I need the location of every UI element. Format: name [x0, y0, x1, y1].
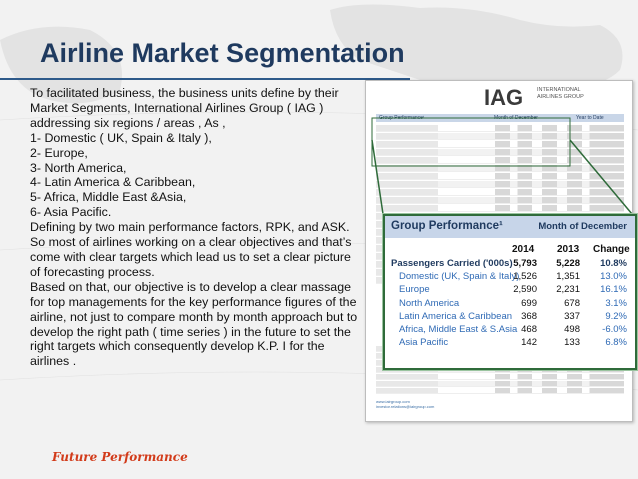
value-2013: 5,228 — [556, 258, 580, 269]
value-2013: 1,351 — [556, 271, 580, 283]
value-2014: 2,590 — [513, 284, 537, 296]
body-paragraph: 6- Asia Pacific. — [30, 205, 112, 220]
value-change: 3.1% — [605, 297, 627, 309]
title-underline — [0, 78, 410, 80]
table-row: Africa, Middle East & S.Asia 468 498 -6.… — [385, 324, 635, 337]
value-2014: 5,793 — [513, 258, 537, 269]
body-paragraph: To facilitated business, the business un… — [30, 86, 339, 130]
value-change: -6.0% — [602, 323, 627, 335]
row-label: Latin America & Caribbean — [399, 310, 513, 322]
body-paragraph: 3- North America, — [30, 160, 127, 175]
value-2014: 368 — [521, 310, 537, 322]
value-2013: 133 — [564, 337, 580, 349]
performance-table: Passengers Carried ('000s) 5,793 5,228 1… — [385, 258, 635, 350]
table-row: Europe 2,590 2,231 16.1% — [385, 284, 635, 297]
table-row: North America 699 678 3.1% — [385, 298, 635, 311]
panel-header: Group Performance¹ Month of December — [385, 216, 635, 238]
body-paragraph: 1- Domestic ( UK, Spain & Italy ), — [30, 130, 212, 145]
value-2014: 1,526 — [513, 271, 537, 283]
mini-header-ytd: Year to Date — [576, 115, 604, 121]
body-paragraph: So most of airlines working on a clear o… — [30, 235, 352, 279]
table-row: Asia Pacific 142 133 6.8% — [385, 337, 635, 350]
body-paragraph: Defining by two main performance factors… — [30, 220, 350, 235]
body-paragraph: 5- Africa, Middle East &Asia, — [30, 190, 187, 205]
value-2014: 699 — [521, 297, 537, 309]
table-row: Passengers Carried ('000s) 5,793 5,228 1… — [385, 258, 635, 271]
column-header-2013: 2013 — [557, 244, 580, 255]
value-2013: 337 — [564, 310, 580, 322]
value-change: 10.8% — [600, 258, 627, 269]
mini-header-title: Group Performance¹ — [379, 115, 425, 121]
row-label: Europe — [399, 284, 430, 296]
value-2013: 2,231 — [556, 284, 580, 296]
group-performance-panel: Group Performance¹ Month of December 201… — [383, 214, 637, 370]
row-label: Passengers Carried ('000s) — [391, 258, 513, 269]
mini-table-header: Group Performance¹ Month of December Yea… — [376, 114, 624, 122]
table-row: Latin America & Caribbean 368 337 9.2% — [385, 311, 635, 324]
mini-header-month: Month of December — [494, 115, 538, 121]
mini-footnotes: www.iairgroup.com investor.relations@iai… — [376, 399, 632, 409]
column-header-2014: 2014 — [512, 244, 535, 255]
slide-title: Airline Market Segmentation — [40, 38, 405, 68]
value-change: 16.1% — [600, 284, 627, 296]
row-label: Asia Pacific — [399, 337, 449, 349]
value-change: 9.2% — [605, 310, 627, 322]
panel-period: Month of December — [538, 221, 627, 232]
body-paragraph: 4- Latin America & Caribbean, — [30, 175, 196, 190]
iag-logo-subtitle: International Airlines Group — [537, 87, 584, 100]
value-2014: 142 — [521, 337, 537, 349]
value-2013: 498 — [564, 323, 580, 335]
value-2014: 468 — [521, 323, 537, 335]
column-header-change: Change — [593, 244, 630, 255]
row-label: North America — [399, 297, 460, 309]
body-paragraph: 2- Europe, — [30, 145, 88, 160]
table-row: Domestic (UK, Spain & Italy) 1,526 1,351… — [385, 271, 635, 284]
value-change: 6.8% — [605, 337, 627, 349]
footer-label: Future Performance — [52, 450, 188, 464]
value-2013: 678 — [564, 297, 580, 309]
panel-title: Group Performance¹ — [391, 220, 503, 232]
value-change: 13.0% — [600, 271, 627, 283]
slide-body: To facilitated business, the business un… — [30, 86, 360, 369]
iag-logo: IAG — [484, 85, 524, 110]
body-paragraph: Based on that, our objective is to devel… — [30, 279, 358, 369]
mini-contact-email: investor.relations@iairgroup.com — [376, 404, 435, 409]
